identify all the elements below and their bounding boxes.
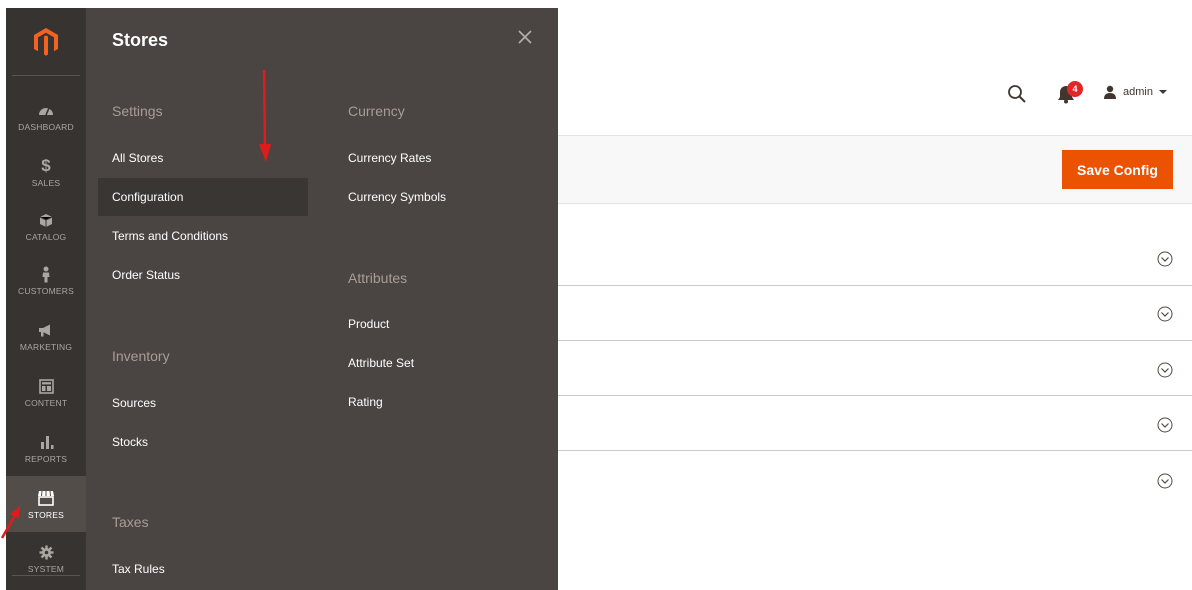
nav-catalog[interactable]: CATALOG [6, 198, 86, 254]
menu-item-currency-rates[interactable]: Currency Rates [348, 139, 431, 177]
annotation-arrow-icon [259, 69, 271, 162]
menu-item-all-stores[interactable]: All Stores [112, 139, 163, 177]
menu-item-configuration[interactable]: Configuration [98, 178, 308, 216]
expand-chevron-icon[interactable] [1157, 417, 1173, 433]
menu-item-sources[interactable]: Sources [112, 384, 156, 422]
settings-group-title: Settings [112, 103, 163, 119]
expand-chevron-icon[interactable] [1157, 473, 1173, 489]
storefront-icon [36, 488, 56, 508]
user-menu[interactable]: admin [1103, 82, 1167, 102]
close-icon[interactable] [516, 28, 534, 46]
inventory-group-title: Inventory [112, 348, 170, 364]
expand-chevron-icon[interactable] [1157, 362, 1173, 378]
magento-logo-icon [34, 28, 58, 56]
nav-divider [12, 575, 80, 576]
nav-marketing[interactable]: MARKETING [6, 308, 86, 364]
stores-flyout-menu: Stores Settings All Stores Configuration… [86, 8, 558, 590]
search-icon[interactable] [1007, 84, 1027, 104]
taxes-group-title: Taxes [112, 514, 149, 530]
config-section[interactable] [558, 341, 1192, 396]
config-section[interactable] [558, 286, 1192, 341]
menu-item-product[interactable]: Product [348, 305, 389, 343]
user-name: admin [1123, 86, 1153, 98]
currency-group-title: Currency [348, 103, 405, 119]
menu-item-rating[interactable]: Rating [348, 383, 383, 421]
cube-icon [36, 210, 56, 230]
flyout-title: Stores [112, 30, 169, 50]
menu-item-terms-and-conditions[interactable]: Terms and Conditions [112, 217, 228, 255]
caret-down-icon [1158, 90, 1167, 94]
nav-label: CONTENT [24, 398, 68, 408]
megaphone-icon [36, 320, 56, 340]
expand-chevron-icon[interactable] [1157, 251, 1173, 267]
config-section[interactable] [558, 396, 1192, 451]
menu-item-currency-symbols[interactable]: Currency Symbols [348, 178, 446, 216]
logo-divider [12, 75, 80, 76]
magento-logo[interactable] [6, 8, 86, 76]
dashboard-icon [36, 100, 56, 120]
expand-chevron-icon[interactable] [1157, 306, 1173, 322]
nav-dashboard[interactable]: DASHBOARD [6, 88, 86, 144]
save-config-button[interactable]: Save Config [1062, 150, 1173, 189]
person-icon [36, 264, 56, 284]
menu-item-order-status[interactable]: Order Status [112, 256, 180, 294]
user-icon [1104, 85, 1116, 99]
nav-label: CATALOG [25, 232, 67, 242]
annotation-arrow-icon [0, 506, 20, 539]
nav-reports[interactable]: REPORTS [6, 420, 86, 476]
menu-item-tax-rules[interactable]: Tax Rules [112, 550, 165, 588]
nav-sales[interactable]: $ SALES [6, 144, 86, 200]
nav-label: SYSTEM [27, 564, 65, 574]
gear-icon [36, 542, 56, 562]
layout-icon [36, 376, 56, 396]
nav-label: REPORTS [24, 454, 68, 464]
nav-label: CUSTOMERS [18, 286, 74, 296]
bar-chart-icon [36, 432, 56, 452]
nav-label: SALES [31, 178, 61, 188]
config-section[interactable] [558, 231, 1192, 286]
dollar-icon: $ [41, 156, 51, 175]
nav-label: STORES [28, 510, 64, 520]
nav-label: DASHBOARD [18, 122, 74, 132]
nav-content[interactable]: CONTENT [6, 364, 86, 420]
notification-badge: 4 [1067, 81, 1083, 97]
nav-customers[interactable]: CUSTOMERS [6, 252, 86, 308]
menu-item-stocks[interactable]: Stocks [112, 423, 148, 461]
menu-item-attribute-set[interactable]: Attribute Set [348, 344, 414, 382]
nav-label: MARKETING [19, 342, 73, 352]
attributes-group-title: Attributes [348, 270, 408, 286]
